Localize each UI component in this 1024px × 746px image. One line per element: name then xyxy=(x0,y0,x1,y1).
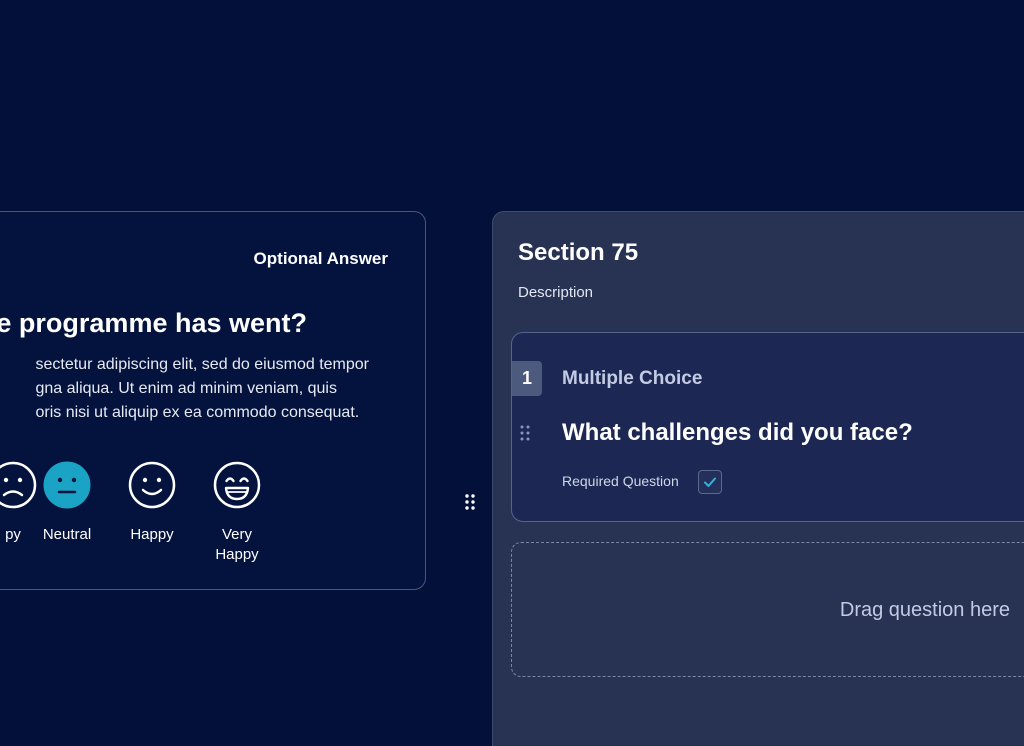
rating-option-label: py xyxy=(5,526,21,543)
question-drop-zone[interactable]: Drag question here xyxy=(511,542,1024,677)
drag-handle-icon[interactable] xyxy=(464,493,476,511)
question-title[interactable]: What challenges did you face? xyxy=(562,419,913,447)
drag-handle-icon[interactable] xyxy=(520,425,530,441)
neutral-face-icon xyxy=(43,461,91,509)
description-line: oris nisi ut aliquip ex ea commodo conse… xyxy=(35,404,360,421)
happy-face-icon xyxy=(128,461,176,509)
optional-answer-label: Optional Answer xyxy=(253,249,388,268)
rating-option-label: Very Happy xyxy=(215,526,259,563)
preview-question-description: sectetur adipiscing elit, sed do eiusmod… xyxy=(35,353,369,425)
question-preview-card: Optional Answer e programme has went? se… xyxy=(0,211,426,590)
checkmark-icon xyxy=(704,477,716,487)
rating-option-label: Neutral xyxy=(42,526,92,543)
description-line: gna aliqua. Ut enim ad minim veniam, qui… xyxy=(35,380,337,397)
question-number-badge: 1 xyxy=(512,361,542,396)
preview-question-title: e programme has went? xyxy=(0,308,307,338)
section-description[interactable]: Description xyxy=(518,284,593,301)
section-panel: Section 75 Description 1 Multiple Choice… xyxy=(492,211,1024,746)
question-type-label: Multiple Choice xyxy=(562,368,703,389)
rating-option-label: Happy xyxy=(130,526,174,543)
rating-scale: py Neutral Happy Very Happy xyxy=(0,461,425,571)
required-question-checkbox[interactable] xyxy=(698,470,722,494)
rating-option-happy[interactable]: Happy xyxy=(107,461,197,545)
drop-zone-label: Drag question here xyxy=(839,599,1010,621)
rating-option-very-happy[interactable]: Very Happy xyxy=(192,461,282,565)
very-happy-face-icon xyxy=(213,461,261,509)
section-title[interactable]: Section 75 xyxy=(518,239,638,267)
question-card[interactable]: 1 Multiple Choice What challenges did yo… xyxy=(511,332,1024,522)
rating-option-neutral[interactable]: Neutral xyxy=(22,461,112,545)
required-question-label: Required Question xyxy=(562,473,679,489)
survey-builder-canvas: Optional Answer e programme has went? se… xyxy=(0,0,1024,746)
description-line: sectetur adipiscing elit, sed do eiusmod… xyxy=(35,356,369,373)
